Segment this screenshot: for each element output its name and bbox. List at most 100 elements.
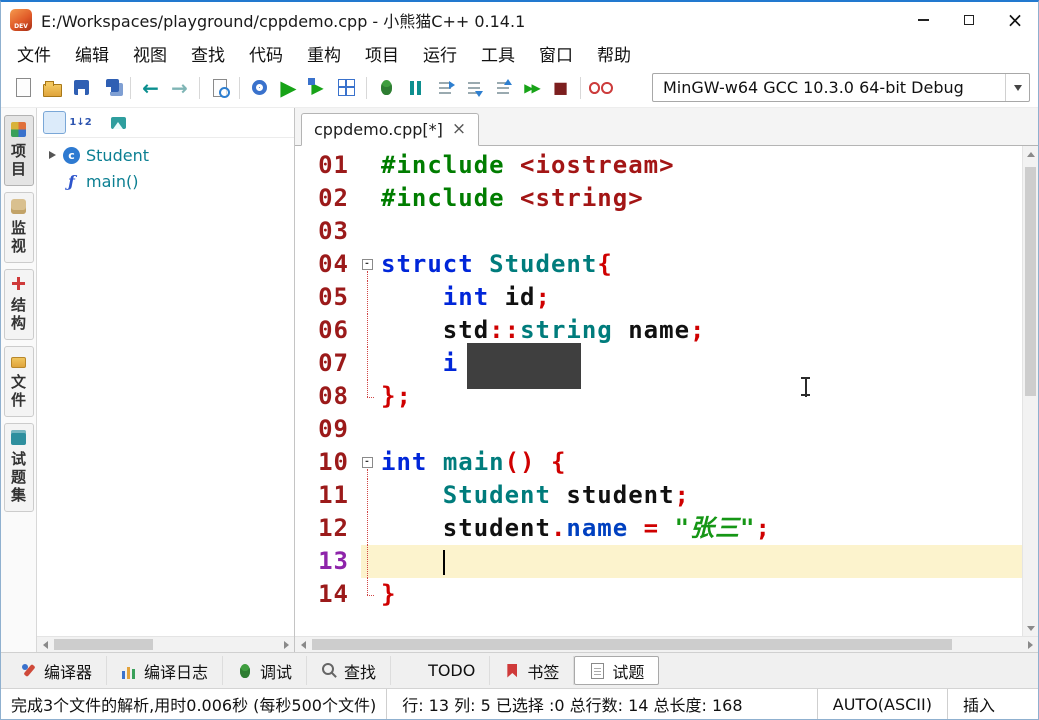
code-line-10[interactable]: 10-int main() { <box>295 446 1022 479</box>
code-text[interactable]: int main() { <box>375 446 1022 479</box>
run-button[interactable]: ▶ <box>274 73 303 103</box>
line-number[interactable]: 08 <box>295 380 361 413</box>
scroll-down-button[interactable] <box>1023 620 1038 636</box>
code-lines[interactable]: 01#include <iostream>02 #include <string>… <box>295 146 1022 636</box>
sidebar-tab-watch[interactable]: 监视 <box>4 192 34 263</box>
line-number[interactable]: 02 <box>295 182 361 215</box>
tab-close-icon[interactable]: × <box>452 121 466 138</box>
minimize-button[interactable] <box>900 2 946 38</box>
code-text[interactable]: struct Student{ <box>375 248 1022 281</box>
bottom-tab-bookmarks[interactable]: 书签 <box>490 656 574 685</box>
editor-vscrollbar[interactable] <box>1022 146 1038 636</box>
editor-vscroll-thumb[interactable] <box>1025 167 1036 396</box>
save-all-button[interactable] <box>96 73 125 103</box>
code-line-07[interactable]: 07 i <box>295 347 1022 380</box>
line-number[interactable]: 03 <box>295 215 361 248</box>
editor-hscrollbar[interactable] <box>295 636 1038 652</box>
menu-item-help[interactable]: 帮助 <box>585 38 643 68</box>
code-line-08[interactable]: 08}; <box>295 380 1022 413</box>
code-line-11[interactable]: 11 Student student; <box>295 479 1022 512</box>
menu-item-file[interactable]: 文件 <box>5 38 63 68</box>
code-line-13[interactable]: 13 <box>295 545 1022 578</box>
code-line-14[interactable]: 14} <box>295 578 1022 611</box>
editor-vscroll-track[interactable] <box>1023 162 1038 620</box>
bottom-tab-compiler[interactable]: 编译器 <box>7 656 107 685</box>
scroll-up-button[interactable] <box>1023 146 1038 162</box>
continue-button[interactable]: ▶▶ <box>517 73 546 103</box>
code-line-04[interactable]: 04-struct Student{ <box>295 248 1022 281</box>
fold-toggle[interactable]: - <box>361 446 375 479</box>
sidebar-tab-project[interactable]: 项目 <box>4 115 34 186</box>
save-button[interactable] <box>67 73 96 103</box>
preview-button[interactable] <box>107 111 130 134</box>
menu-item-edit[interactable]: 编辑 <box>63 38 121 68</box>
line-number[interactable]: 07 <box>295 347 361 380</box>
line-number[interactable]: 06 <box>295 314 361 347</box>
compile-run-button[interactable]: ▶ <box>303 73 332 103</box>
code-text[interactable]: } <box>375 578 1022 611</box>
code-text[interactable] <box>375 215 1022 248</box>
editor-hscroll-track[interactable] <box>311 637 1022 652</box>
step-over-button[interactable] <box>430 73 459 103</box>
code-line-02[interactable]: 02 #include <string> <box>295 182 1022 215</box>
status-insert-mode[interactable]: 插入 <box>947 689 1010 719</box>
problem-options-button[interactable] <box>586 73 615 103</box>
code-line-03[interactable]: 03 <box>295 215 1022 248</box>
sidebar-tab-problem-set[interactable]: 试题集 <box>4 423 34 512</box>
code-text[interactable]: #include <string> <box>375 182 1022 215</box>
sort-alphabetically-button[interactable]: 1↓2 <box>69 111 92 134</box>
step-into-button[interactable] <box>459 73 488 103</box>
compile-button[interactable] <box>245 73 274 103</box>
code-text[interactable]: #include <iostream> <box>375 149 1022 182</box>
bottom-tab-search[interactable]: 查找 <box>307 656 391 685</box>
open-file-button[interactable] <box>38 73 67 103</box>
maximize-button[interactable] <box>946 2 992 38</box>
sort-by-type-button[interactable] <box>43 111 66 134</box>
scroll-right-button[interactable] <box>278 637 294 652</box>
expander-icon[interactable] <box>49 151 63 159</box>
code-text[interactable] <box>375 413 1022 446</box>
editor-hscroll-thumb[interactable] <box>312 639 952 650</box>
menu-item-code[interactable]: 代码 <box>237 38 295 68</box>
code-line-01[interactable]: 01#include <iostream> <box>295 149 1022 182</box>
tree-item-main[interactable]: ƒmain() <box>37 168 294 194</box>
code-text[interactable]: student.name = "张三"; <box>375 512 1022 545</box>
chevron-down-icon[interactable] <box>1005 74 1029 101</box>
menu-item-search[interactable]: 查找 <box>179 38 237 68</box>
code-line-06[interactable]: 06 std::string name; <box>295 314 1022 347</box>
compiler-set-select[interactable]: MinGW-w64 GCC 10.3.0 64-bit Debug <box>652 73 1030 102</box>
new-file-button[interactable] <box>9 73 38 103</box>
menu-item-window[interactable]: 窗口 <box>527 38 585 68</box>
back-button[interactable]: ← <box>136 73 165 103</box>
debug-button[interactable] <box>372 73 401 103</box>
stop-button[interactable]: ■ <box>546 73 575 103</box>
menu-item-view[interactable]: 视图 <box>121 38 179 68</box>
tree-item-Student[interactable]: cStudent <box>37 142 294 168</box>
fold-toggle[interactable]: - <box>361 248 375 281</box>
bottom-tab-todo[interactable]: TODO <box>391 656 490 685</box>
menu-item-refactor[interactable]: 重构 <box>295 38 353 68</box>
scroll-right-button[interactable] <box>1022 637 1038 652</box>
code-line-12[interactable]: 12 student.name = "张三"; <box>295 512 1022 545</box>
left-panel-hscroll-track[interactable] <box>53 637 278 652</box>
left-panel-hscrollbar[interactable] <box>37 636 294 652</box>
line-number[interactable]: 12 <box>295 512 361 545</box>
line-number[interactable]: 11 <box>295 479 361 512</box>
reformat-button[interactable] <box>205 73 234 103</box>
menu-item-run[interactable]: 运行 <box>411 38 469 68</box>
menu-item-tools[interactable]: 工具 <box>469 38 527 68</box>
line-number[interactable]: 14 <box>295 578 361 611</box>
bottom-tab-compile-log[interactable]: 编译日志 <box>107 656 223 685</box>
code-text[interactable]: int id; <box>375 281 1022 314</box>
rebuild-all-button[interactable] <box>332 73 361 103</box>
scroll-left-button[interactable] <box>37 637 53 652</box>
menu-item-project[interactable]: 项目 <box>353 38 411 68</box>
sidebar-tab-files[interactable]: 文件 <box>4 346 34 417</box>
line-number[interactable]: 05 <box>295 281 361 314</box>
close-button[interactable]: × <box>992 2 1038 38</box>
line-number[interactable]: 04 <box>295 248 361 281</box>
pause-button[interactable] <box>401 73 430 103</box>
code-line-09[interactable]: 09 <box>295 413 1022 446</box>
sidebar-tab-structure[interactable]: 结构 <box>4 269 34 340</box>
code-line-05[interactable]: 05 int id; <box>295 281 1022 314</box>
